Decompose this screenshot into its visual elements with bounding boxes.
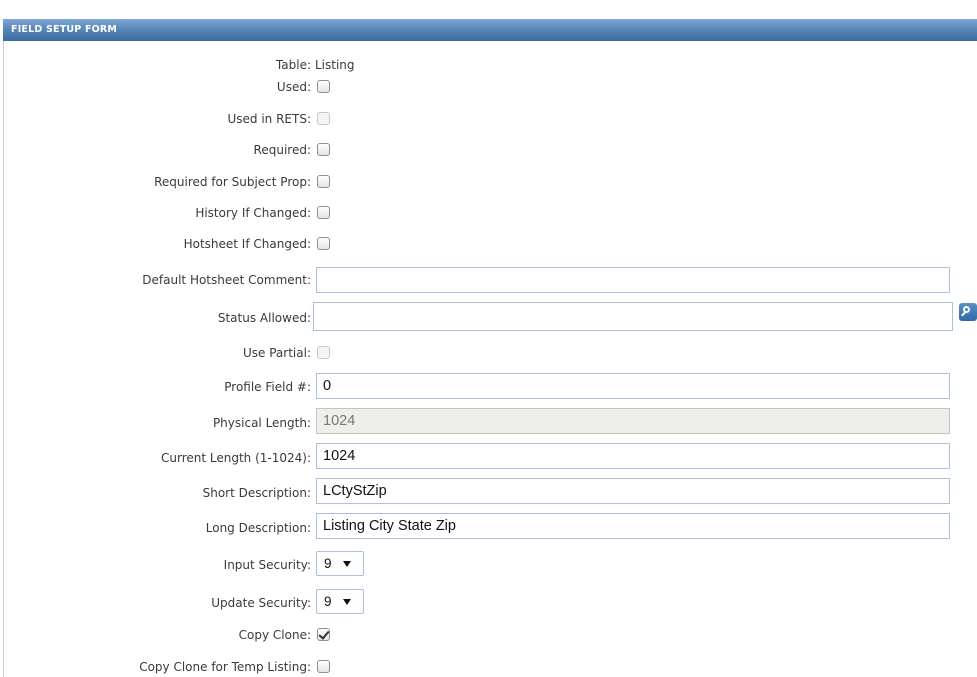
current-length-label: Current Length (1-1024): xyxy=(161,451,311,465)
used-checkbox[interactable] xyxy=(317,80,330,93)
hotsheet-if-changed-checkbox[interactable] xyxy=(317,237,330,250)
form-header: FIELD SETUP FORM xyxy=(3,19,977,41)
history-if-changed-checkbox[interactable] xyxy=(317,206,330,219)
input-security-select[interactable]: 9 xyxy=(316,551,364,576)
profile-field-input[interactable]: 0 xyxy=(316,373,950,399)
short-description-input[interactable]: LCtyStZip xyxy=(316,478,950,504)
used-label: Used: xyxy=(276,80,311,94)
status-allowed-input[interactable] xyxy=(313,302,953,331)
required-subject-prop-label: Required for Subject Prop: xyxy=(154,175,311,189)
profile-field-label: Profile Field #: xyxy=(224,380,311,394)
physical-length-input: 1024 xyxy=(316,408,950,434)
status-allowed-label: Status Allowed: xyxy=(217,311,311,325)
long-description-label: Long Description: xyxy=(205,521,311,535)
copy-clone-label: Copy Clone: xyxy=(238,628,311,642)
short-description-label: Short Description: xyxy=(202,486,311,500)
update-security-label: Update Security: xyxy=(211,596,311,610)
use-partial-checkbox xyxy=(317,346,330,359)
input-security-label: Input Security: xyxy=(223,558,311,572)
used-in-rets-checkbox xyxy=(317,112,330,125)
table-label: Table: xyxy=(275,58,311,72)
input-security-value: 9 xyxy=(324,556,332,571)
default-hotsheet-comment-input[interactable] xyxy=(316,267,950,293)
chevron-down-icon xyxy=(343,599,351,605)
required-label: Required: xyxy=(253,143,311,157)
used-in-rets-label: Used in RETS: xyxy=(227,112,311,126)
required-subject-prop-checkbox[interactable] xyxy=(317,175,330,188)
default-hotsheet-comment-label: Default Hotsheet Comment: xyxy=(142,273,311,287)
form-border xyxy=(3,41,4,677)
table-value: Listing xyxy=(315,58,355,72)
update-security-select[interactable]: 9 xyxy=(316,589,364,614)
checkmark-icon xyxy=(318,628,330,640)
update-security-value: 9 xyxy=(324,594,332,609)
copy-clone-temp-label: Copy Clone for Temp Listing: xyxy=(139,660,311,674)
required-checkbox[interactable] xyxy=(317,143,330,156)
chevron-down-icon xyxy=(343,561,351,567)
use-partial-label: Use Partial: xyxy=(243,346,311,360)
status-lookup-button[interactable] xyxy=(959,303,977,321)
current-length-input[interactable]: 1024 xyxy=(316,443,950,469)
copy-clone-temp-checkbox[interactable] xyxy=(317,660,330,673)
long-description-input[interactable]: Listing City State Zip xyxy=(316,513,950,539)
copy-clone-checkbox[interactable] xyxy=(317,628,330,641)
history-if-changed-label: History If Changed: xyxy=(195,206,311,220)
physical-length-label: Physical Length: xyxy=(212,416,311,430)
hotsheet-if-changed-label: Hotsheet If Changed: xyxy=(183,237,311,251)
